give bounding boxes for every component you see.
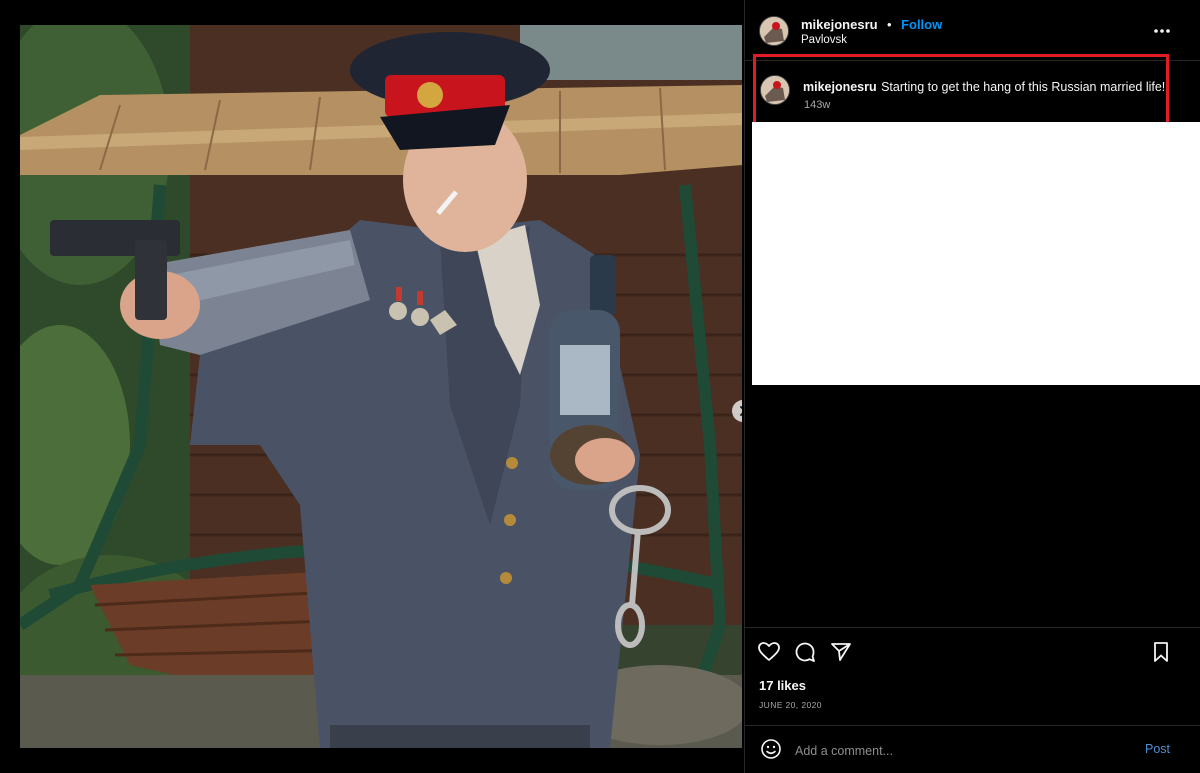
username-link[interactable]: mikejonesru	[801, 17, 878, 32]
post-media[interactable]	[20, 25, 742, 748]
emoji-icon	[761, 739, 781, 759]
separator-dot: •	[887, 17, 892, 32]
comments-area	[752, 122, 1200, 385]
more-options-icon	[1154, 29, 1170, 33]
caption-text: Starting to get the hang of this Russian…	[881, 80, 1166, 94]
more-options-button[interactable]	[1151, 20, 1173, 42]
post-header: mikejonesru • Follow Pavlovsk	[745, 0, 1200, 61]
post-comment-button[interactable]: Post	[1145, 742, 1170, 756]
avatar-image	[761, 76, 789, 104]
post-date: JUNE 20, 2020	[759, 700, 822, 710]
post-photo	[20, 25, 742, 748]
caption-avatar[interactable]	[760, 75, 790, 105]
avatar-image	[760, 17, 788, 45]
save-button[interactable]	[1149, 640, 1173, 664]
comment-icon	[795, 642, 815, 662]
comment-input[interactable]	[793, 740, 1127, 762]
emoji-button[interactable]	[759, 737, 783, 761]
like-button[interactable]	[757, 640, 781, 664]
location-link[interactable]: Pavlovsk	[801, 34, 847, 46]
likes-count[interactable]: 17 likes	[759, 678, 806, 693]
chevron-right-icon	[740, 406, 742, 416]
avatar[interactable]	[759, 16, 789, 46]
share-button[interactable]	[829, 640, 853, 664]
caption-username[interactable]: mikejonesru	[803, 80, 877, 94]
post-age: 143w	[804, 99, 831, 111]
caption: mikejonesru Starting to get the hang of …	[803, 78, 1165, 96]
comment-button[interactable]	[793, 640, 817, 664]
post-side-panel: mikejonesru • Follow Pavlovsk mikejonesr…	[744, 0, 1200, 773]
bookmark-icon	[1154, 642, 1168, 662]
divider	[745, 725, 1200, 726]
send-icon	[831, 643, 851, 661]
caption-highlight: mikejonesru Starting to get the hang of …	[753, 54, 1169, 125]
divider	[745, 627, 1200, 628]
heart-icon	[758, 642, 780, 661]
follow-button[interactable]: Follow	[901, 17, 942, 32]
